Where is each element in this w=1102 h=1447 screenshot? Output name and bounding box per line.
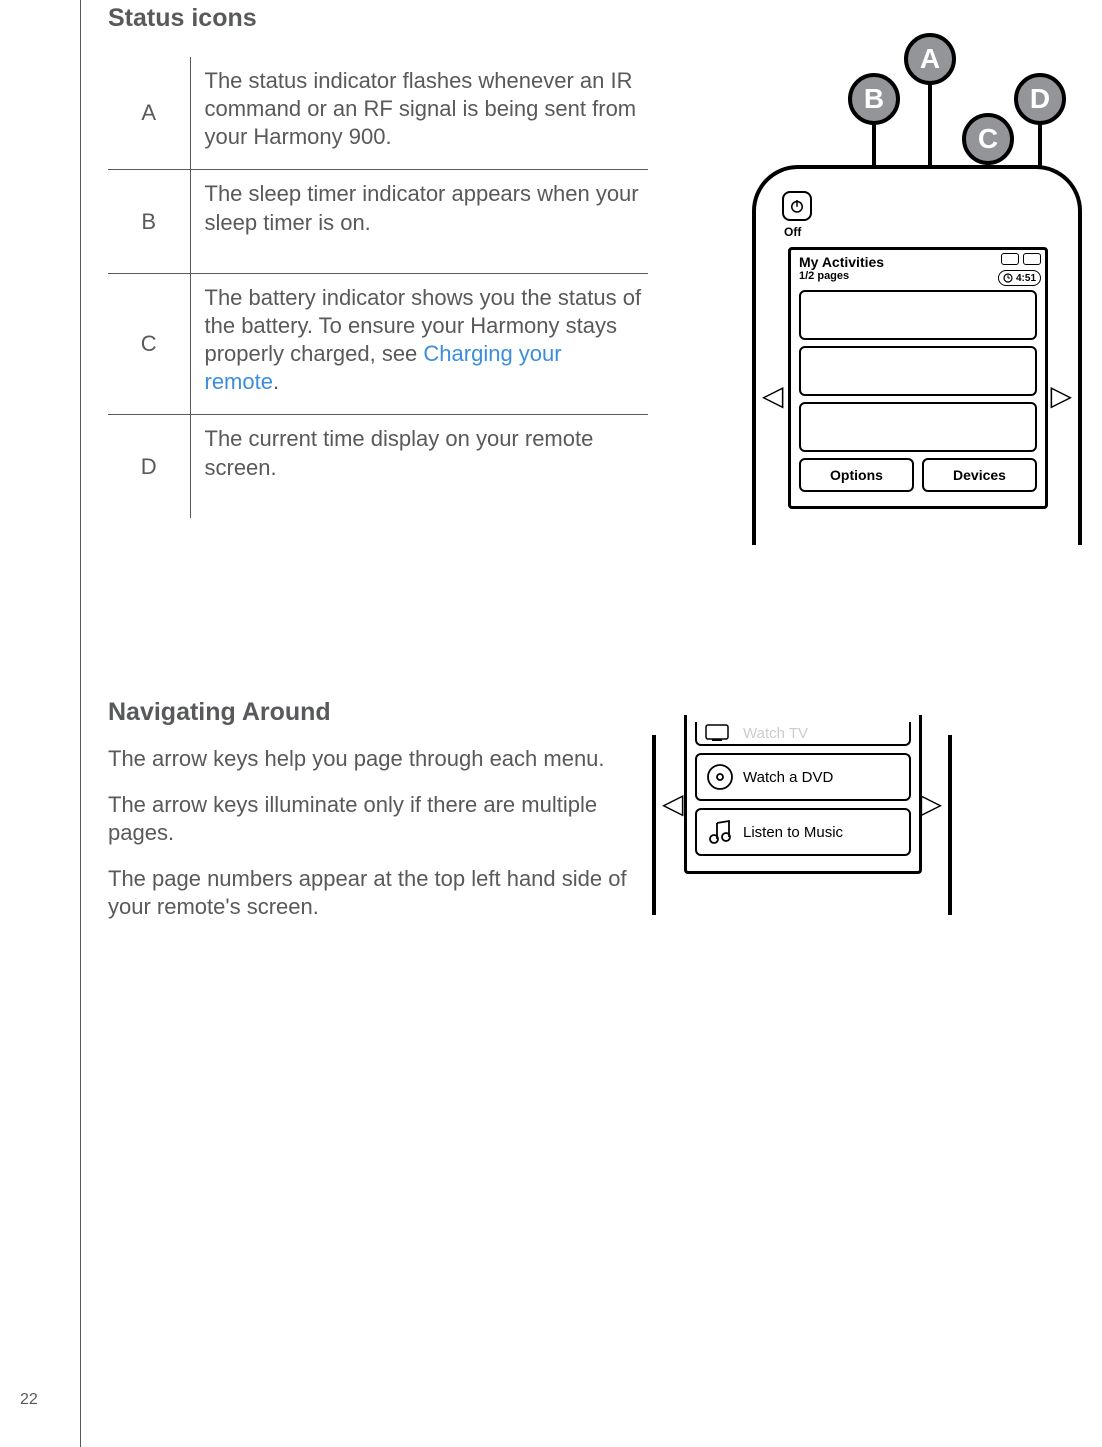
clock-indicator: 4:51 — [998, 270, 1041, 286]
remote-screen-crop: Watch TV Watch a DVD Listen to Music — [684, 715, 922, 874]
row-desc-post: . — [273, 369, 279, 394]
off-label: Off — [784, 225, 801, 239]
battery-icon — [1023, 253, 1041, 265]
activity-label: Watch TV — [743, 725, 808, 742]
navigating-p1: The arrow keys help you page through eac… — [108, 745, 648, 773]
activity-label: Listen to Music — [743, 824, 843, 841]
heading-status-icons: Status icons — [108, 4, 1068, 33]
dvd-icon — [705, 762, 735, 792]
activity-row: Watch TV — [695, 722, 911, 746]
navigating-p3: The page numbers appear at the top left … — [108, 865, 648, 921]
table-row: B The sleep timer indicator appears when… — [108, 170, 648, 273]
signal-icon — [1001, 253, 1019, 265]
callout-c: C — [962, 113, 1014, 165]
status-icons-table: A The status indicator flashes whenever … — [108, 57, 648, 518]
row-letter: C — [108, 273, 190, 415]
callout-d: D — [1014, 73, 1066, 125]
table-row: D The current time display on your remot… — [108, 415, 648, 518]
remote-screen: My Activities 1/2 pages 4:51 — [788, 247, 1048, 509]
vertical-margin-rule — [80, 0, 81, 1447]
remote-illustration-small: ▷ ▷ Watch TV Watch a DVD — [652, 735, 952, 915]
power-icon — [782, 191, 812, 221]
row-desc: The current time display on your remote … — [190, 415, 648, 518]
callout-a: A — [904, 33, 956, 85]
navigating-p2: The arrow keys illuminate only if there … — [108, 791, 648, 847]
arrow-left-icon: ▷ — [662, 787, 684, 820]
row-letter: A — [108, 57, 190, 170]
table-row: C The battery indicator shows you the st… — [108, 273, 648, 415]
heading-navigating-around: Navigating Around — [108, 698, 648, 727]
arrow-right-icon: ▷ — [920, 787, 942, 820]
row-desc: The sleep timer indicator appears when y… — [190, 170, 648, 273]
tv-icon — [705, 718, 735, 748]
options-button: Options — [799, 458, 914, 492]
page-number: 22 — [20, 1391, 38, 1409]
row-desc: The battery indicator shows you the stat… — [190, 273, 648, 415]
music-icon — [705, 817, 735, 847]
callout-b: B — [848, 73, 900, 125]
activity-slot — [799, 290, 1037, 340]
activity-label: Watch a DVD — [743, 769, 833, 786]
arrow-right-icon: ▷ — [1050, 379, 1072, 412]
table-row: A The status indicator flashes whenever … — [108, 57, 648, 170]
row-letter: B — [108, 170, 190, 273]
row-letter: D — [108, 415, 190, 518]
time-label: 4:51 — [1016, 273, 1036, 284]
arrow-left-icon: ▷ — [762, 379, 784, 412]
activity-row: Listen to Music — [695, 808, 911, 856]
remote-illustration-main: A B C D Off ▷ ▷ My Activities 1/2 pages — [752, 35, 1082, 535]
row-desc: The status indicator flashes whenever an… — [190, 57, 648, 170]
activity-slot — [799, 402, 1037, 452]
activity-slot — [799, 346, 1037, 396]
activity-row: Watch a DVD — [695, 753, 911, 801]
devices-button: Devices — [922, 458, 1037, 492]
